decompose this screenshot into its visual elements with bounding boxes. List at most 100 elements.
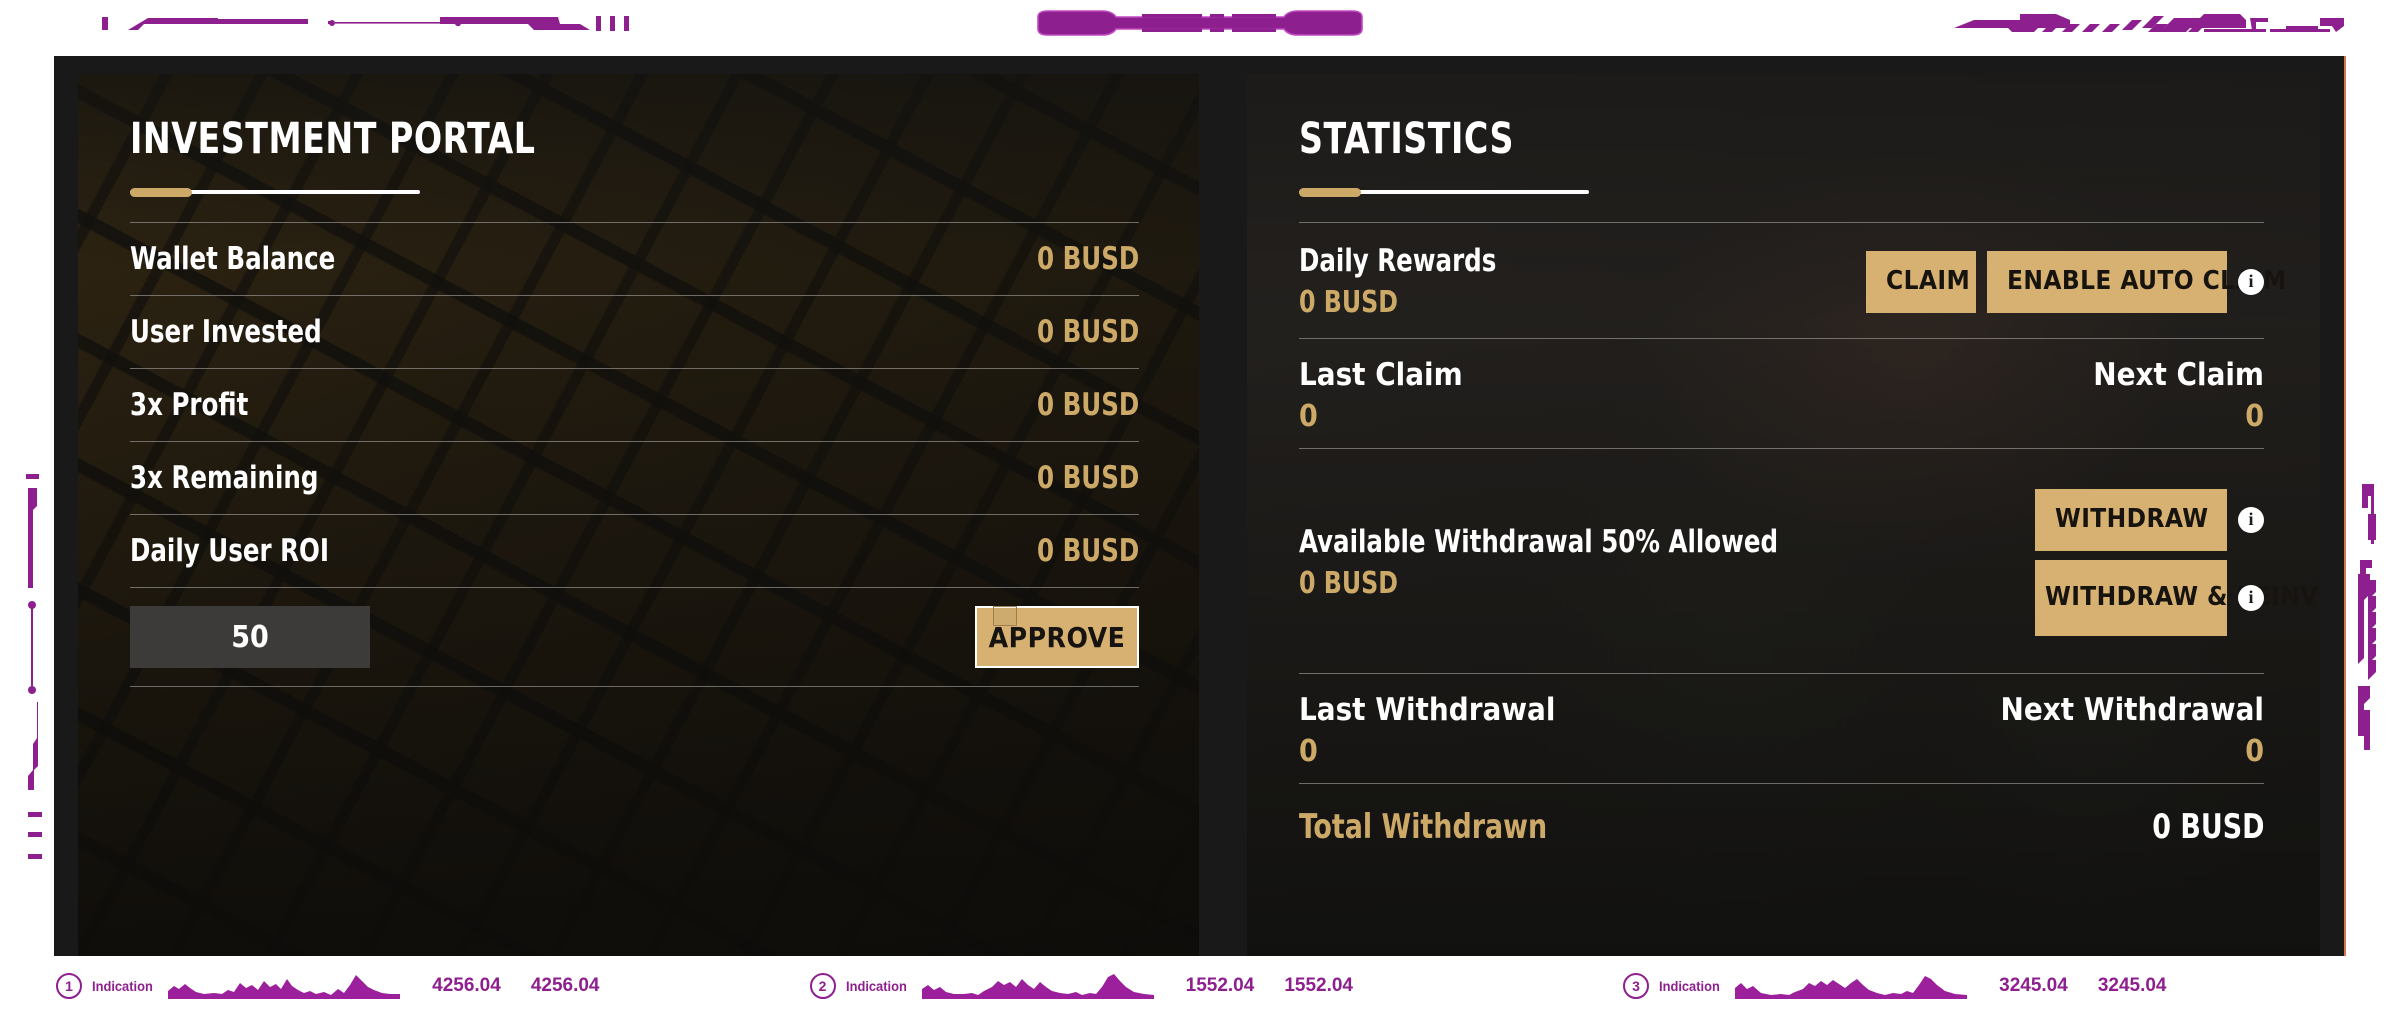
main-stage: INVESTMENT PORTAL Wallet Balance 0 BUSD …	[54, 56, 2346, 956]
investment-portal-column: INVESTMENT PORTAL Wallet Balance 0 BUSD …	[54, 56, 1223, 956]
top-left-deco-icon	[100, 8, 480, 38]
left-decoration-rail	[4, 470, 60, 890]
row-label: Wallet Balance	[130, 241, 336, 277]
bottom-indication-bar: 1 Indication 4256.04 4256.04 2 Indicatio…	[0, 956, 2400, 1016]
row-divider	[1298, 338, 2264, 339]
row-divider	[130, 368, 1139, 369]
last-withdrawal-label: Last Withdrawal	[1298, 692, 1556, 728]
last-claim-label: Last Claim	[1298, 357, 1463, 393]
table-row: Daily User ROI 0 BUSD	[130, 515, 1139, 587]
row-divider	[130, 441, 1139, 442]
indication-widget-1[interactable]: 1 Indication 4256.04 4256.04	[56, 956, 600, 1016]
indication-value-a: 4256.04	[432, 975, 501, 996]
top-right-deco-icon	[1950, 6, 2350, 40]
sparkline-chart-icon	[1735, 969, 1968, 1004]
row-label: User Invested	[130, 314, 322, 350]
last-claim-value: 0	[1298, 399, 1318, 434]
indication-label: Indication	[845, 978, 907, 994]
claim-button[interactable]: CLAIM	[1866, 250, 1976, 313]
row-value: 0 BUSD	[1036, 241, 1139, 277]
top-decoration-bar	[0, 0, 2400, 46]
indication-label: Indication	[1659, 978, 1720, 994]
approve-button[interactable]: APPROVE	[974, 606, 1139, 668]
info-icon[interactable]: i	[2238, 584, 2264, 611]
indication-values: 4256.04 4256.04	[432, 975, 599, 997]
withdraw-reinvest-action-pair: WITHDRAW & REINVEST i	[2035, 559, 2320, 636]
row-divider	[1298, 783, 2264, 784]
row-label: 3x Remaining	[130, 460, 319, 496]
page-title: INVESTMENT PORTAL	[130, 114, 536, 164]
daily-rewards-value: 0 BUSD	[1298, 285, 1398, 320]
investment-rows: Wallet Balance 0 BUSD User Invested 0 BU…	[130, 222, 1139, 687]
indication-widget-2[interactable]: 2 Indication 1552.04 1552.04	[809, 956, 1353, 1016]
indication-number-badge: 1	[56, 973, 82, 999]
statistics-title: STATISTICS	[1298, 114, 1514, 164]
statistics-rows: Daily Rewards 0 BUSD CLAIM ENABLE AUTO C…	[1298, 222, 2320, 870]
total-withdrawn-label: Total Withdrawn	[1298, 807, 1548, 847]
indication-number-badge: 2	[809, 973, 836, 999]
row-value: 0 BUSD	[1036, 533, 1139, 569]
next-claim-value: 0	[2245, 399, 2264, 434]
next-withdrawal-value: 0	[2245, 734, 2264, 769]
row-value: 0 BUSD	[1036, 460, 1139, 496]
row-divider	[130, 514, 1139, 515]
last-withdrawal-value: 0	[1298, 734, 1318, 769]
row-label: 3x Profit	[130, 387, 249, 423]
row-divider	[130, 295, 1139, 296]
row-divider	[1298, 448, 2264, 449]
table-row: 3x Remaining 0 BUSD	[130, 442, 1139, 514]
daily-rewards-block: Daily Rewards 0 BUSD CLAIM ENABLE AUTO C…	[1298, 223, 2286, 338]
row-label: Daily User ROI	[130, 533, 330, 569]
top-left-deco-icon-2	[438, 8, 638, 38]
total-withdrawn-row: Total Withdrawn 0 BUSD	[1299, 784, 2264, 870]
indication-values: 1552.04 1552.04	[1186, 975, 1353, 997]
sparkline-chart-icon	[168, 969, 401, 1004]
row-value: 0 BUSD	[1036, 314, 1139, 350]
statistics-column: STATISTICS Daily Rewards 0 BUSD CLAIM EN…	[1223, 56, 2344, 956]
available-withdrawal-value: 0 BUSD	[1298, 565, 1398, 601]
daily-rewards-actions: CLAIM ENABLE AUTO CLAIM i	[1866, 250, 2286, 313]
table-row: User Invested 0 BUSD	[130, 296, 1139, 368]
title-underline	[130, 188, 420, 197]
enable-auto-claim-button[interactable]: ENABLE AUTO CLAIM	[1987, 250, 2286, 313]
amount-input[interactable]	[130, 606, 370, 668]
indication-label: Indication	[92, 978, 153, 994]
statistics-panel: STATISTICS Daily Rewards 0 BUSD CLAIM EN…	[1246, 74, 2320, 956]
info-icon[interactable]: i	[2238, 506, 2264, 533]
indication-value-a: 1552.04	[1185, 975, 1255, 996]
next-withdrawal-label: Next Withdrawal	[2000, 692, 2264, 728]
withdrawal-times-block: Last Withdrawal Next Withdrawal 0 0	[1299, 674, 2264, 783]
row-divider	[130, 587, 1139, 588]
row-divider	[130, 686, 1139, 687]
claim-times-block: Last Claim Next Claim 0 0	[1299, 339, 2264, 448]
approve-row: APPROVE	[130, 588, 1139, 686]
top-center-deco-icon	[1030, 5, 1370, 41]
investment-portal-panel: INVESTMENT PORTAL Wallet Balance 0 BUSD …	[78, 74, 1199, 956]
indication-value-b: 3245.04	[2097, 975, 2167, 996]
withdraw-and-reinvest-button[interactable]: WITHDRAW & REINVEST	[2035, 559, 2320, 636]
total-withdrawn-value: 0 BUSD	[2151, 807, 2264, 847]
withdraw-action-pair: WITHDRAW i	[2035, 488, 2264, 551]
indication-value-a: 3245.04	[1999, 975, 2068, 996]
row-divider	[1298, 673, 2264, 674]
indication-values: 3245.04 3245.04	[1999, 975, 2166, 997]
row-divider	[130, 222, 1139, 223]
withdrawal-actions: WITHDRAW i WITHDRAW & REINVEST i	[2035, 488, 2320, 636]
available-withdrawal-block: Available Withdrawal 50% Allowed 0 BUSD …	[1298, 449, 2320, 673]
indication-value-b: 1552.04	[1284, 975, 1353, 996]
indication-widget-3[interactable]: 3 Indication 3245.04 3245.04	[1623, 956, 2167, 1016]
table-row: 3x Profit 0 BUSD	[130, 369, 1139, 441]
table-row: Wallet Balance 0 BUSD	[130, 223, 1139, 295]
info-icon[interactable]: i	[2238, 268, 2264, 295]
available-withdrawal-label: Available Withdrawal 50% Allowed	[1298, 523, 1779, 560]
indication-value-b: 4256.04	[530, 975, 600, 996]
right-decoration-rail	[2340, 470, 2396, 890]
indication-number-badge: 3	[1623, 973, 1649, 999]
statistics-title-underline	[1298, 188, 1589, 197]
sparkline-chart-icon	[921, 969, 1154, 1004]
daily-rewards-label: Daily Rewards	[1298, 243, 1497, 279]
row-divider	[1298, 222, 2264, 223]
row-value: 0 BUSD	[1036, 387, 1139, 423]
next-claim-label: Next Claim	[2093, 357, 2264, 393]
withdraw-button[interactable]: WITHDRAW	[2035, 488, 2227, 551]
